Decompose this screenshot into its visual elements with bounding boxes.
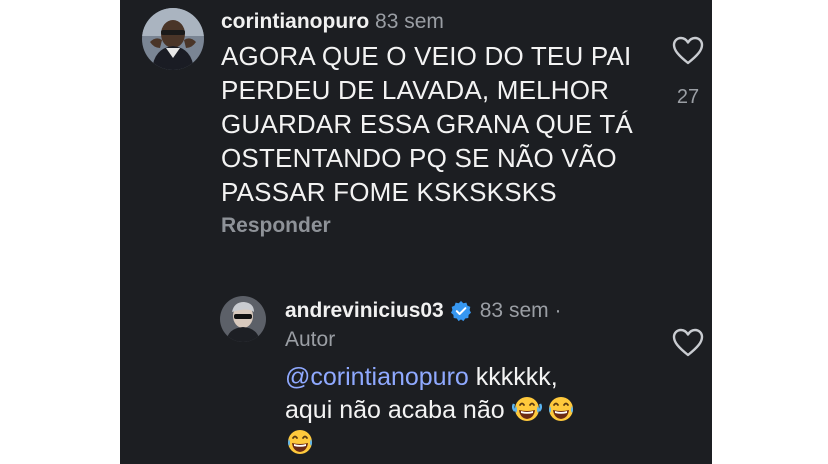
reply-line: @corintianopuro kkkkkk, xyxy=(285,361,580,394)
comment-line: PERDEU DE LAVADA, MELHOR xyxy=(221,75,610,105)
reply-line: aqui não acaba não xyxy=(285,394,580,427)
comment-line: PASSAR FOME KSKSKSKS xyxy=(221,177,557,207)
replier-avatar[interactable] xyxy=(220,296,266,342)
comment-header: corintianopuro 83 sem xyxy=(221,10,444,34)
comment-time: 83 sem xyxy=(375,10,444,33)
reply-username[interactable]: andrevinicius03 xyxy=(285,299,444,323)
reply-line xyxy=(285,427,580,460)
comments-panel: corintianopuro 83 sem AGORA QUE O VEIO D… xyxy=(120,0,712,464)
heart-icon[interactable] xyxy=(672,328,704,358)
comment-line: AGORA QUE O VEIO DO TEU PAI xyxy=(221,41,632,71)
comment-line: GUARDAR ESSA GRANA QUE TÁ xyxy=(221,109,633,139)
comment-text: AGORA QUE O VEIO DO TEU PAI PERDEU DE LA… xyxy=(221,39,641,209)
verified-badge-icon xyxy=(450,300,472,322)
mention-link[interactable]: @corintianopuro xyxy=(285,363,469,391)
reply-button[interactable]: Responder xyxy=(221,214,331,238)
reply-text-part: kkkkkk, xyxy=(468,363,558,391)
like-count: 27 xyxy=(676,86,700,108)
laughing-emoji-icon xyxy=(511,395,542,423)
heart-icon[interactable] xyxy=(672,36,704,66)
reply-text-part: aqui não acaba não xyxy=(285,396,512,424)
comment-line: OSTENTANDO PQ SE NÃO VÃO xyxy=(221,143,617,173)
reply-header: andrevinicius03 83 sem · xyxy=(285,299,561,323)
author-label: Autor xyxy=(285,328,336,351)
reply-time: 83 sem · xyxy=(479,299,562,322)
reply-text: @corintianopuro kkkkkk, aqui não acaba n… xyxy=(285,361,580,460)
laughing-emoji-icon xyxy=(546,395,576,423)
comment-username[interactable]: corintianopuro xyxy=(221,10,369,33)
laughing-emoji-icon xyxy=(285,428,315,456)
commenter-avatar[interactable] xyxy=(142,8,204,70)
